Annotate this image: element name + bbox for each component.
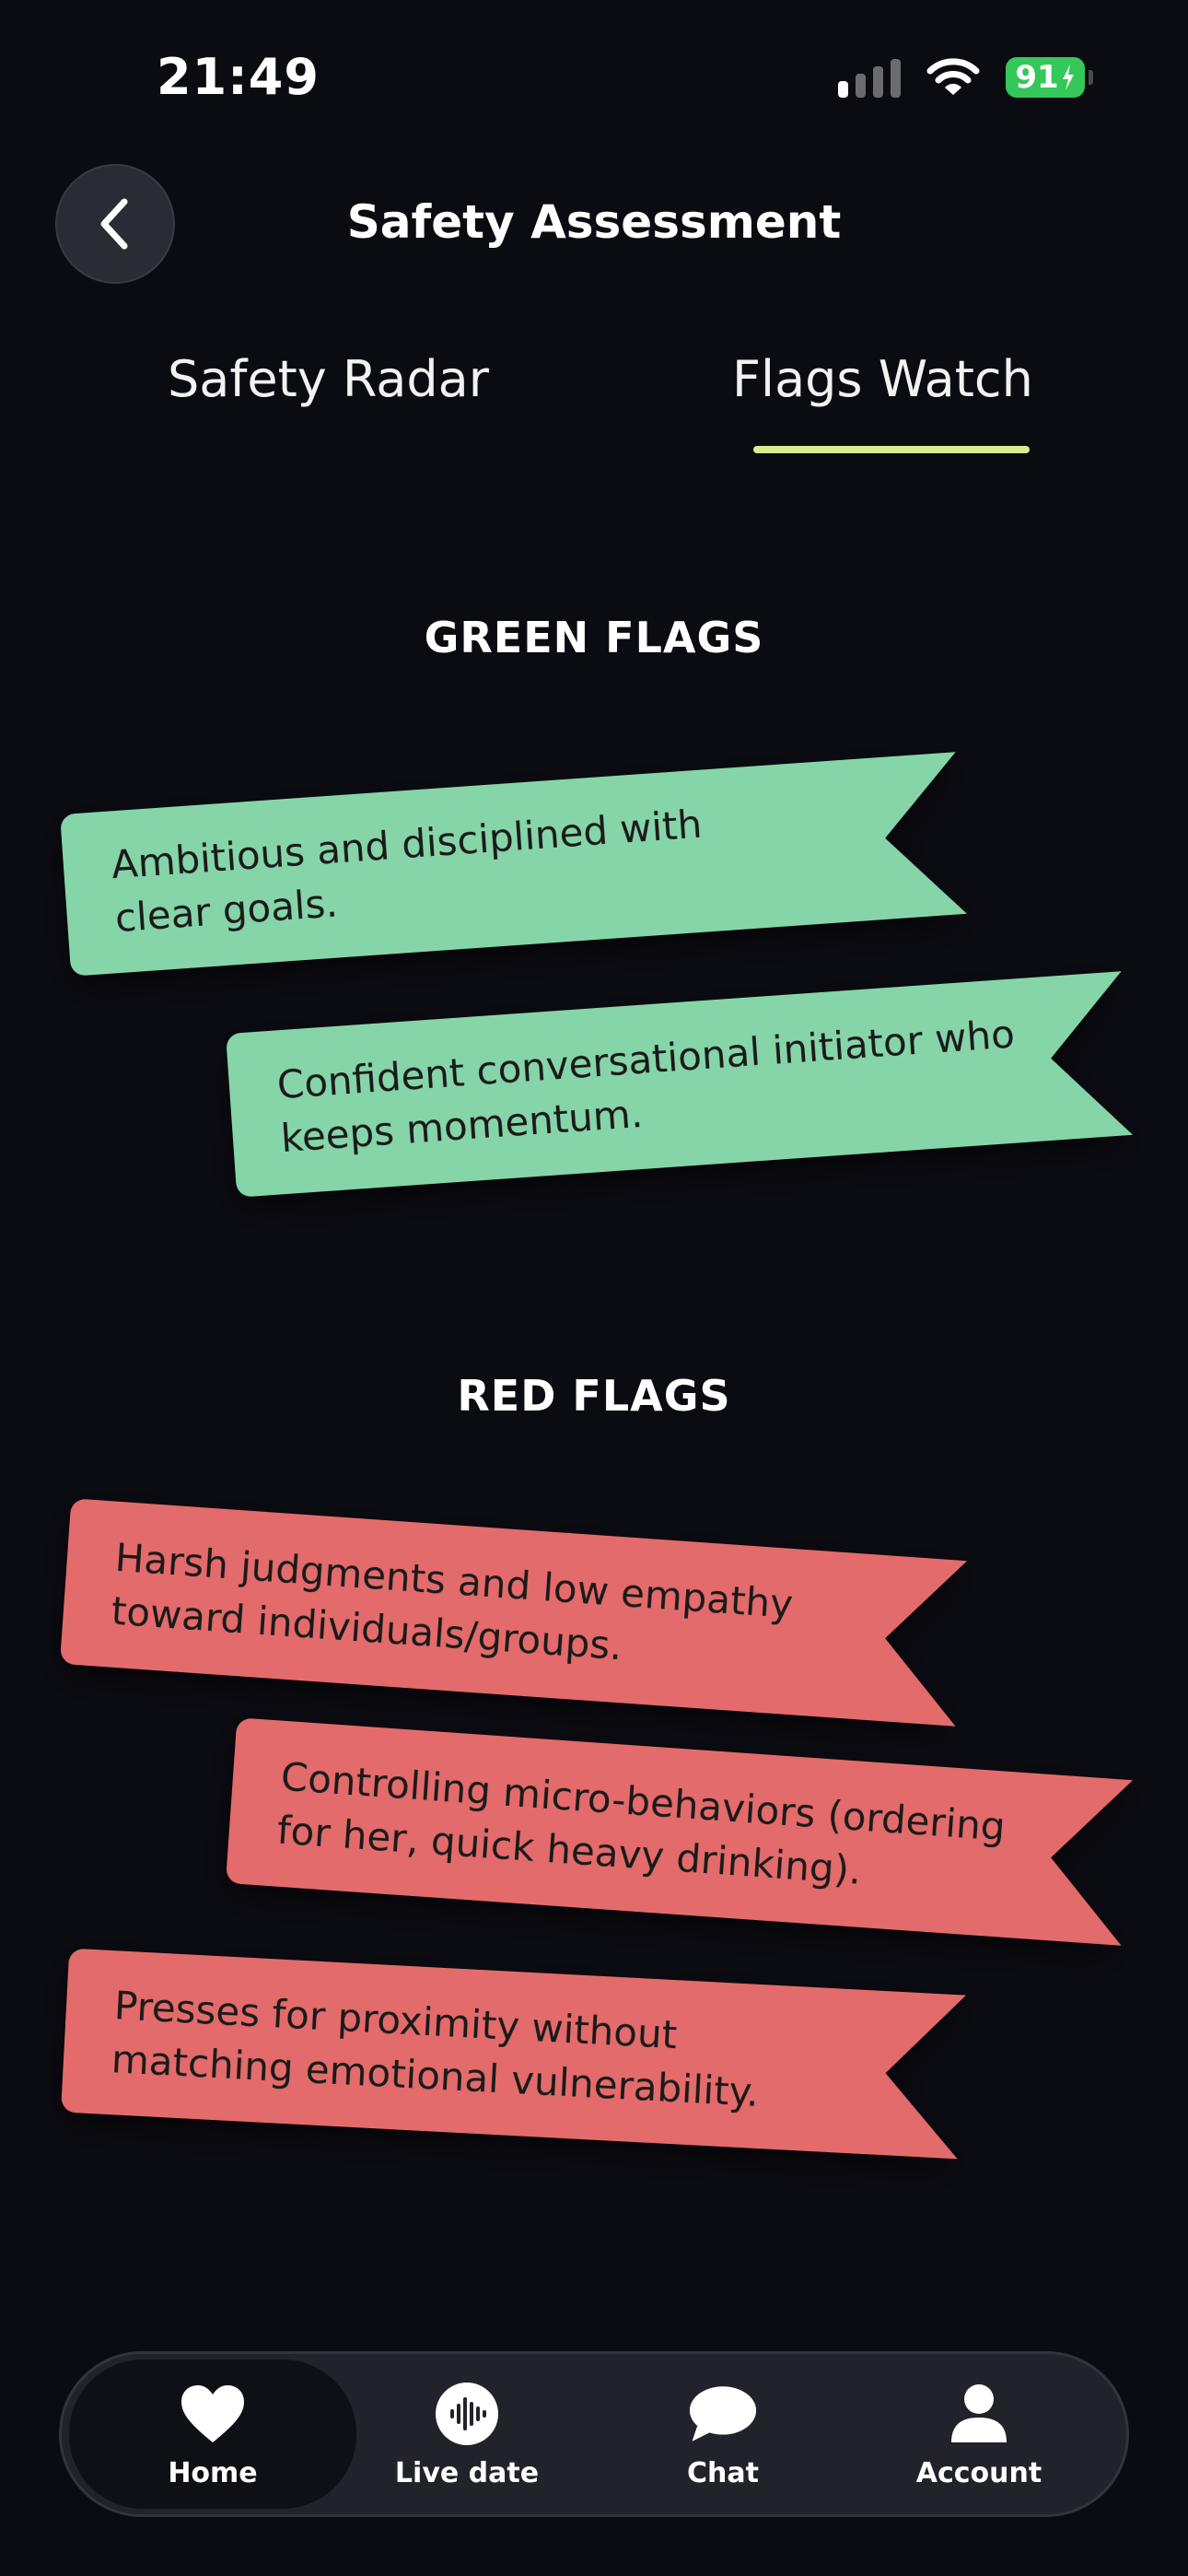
flag-text: Confident conversational initiator who k… [274, 979, 1022, 1195]
nav-label: Chat [687, 2456, 759, 2489]
person-icon [945, 2380, 1013, 2448]
page-title: Safety Assessment [346, 195, 842, 249]
active-tab-indicator [753, 446, 1030, 453]
nav-live-date[interactable]: Live date [347, 2359, 587, 2509]
nav-home[interactable]: Home [69, 2359, 356, 2509]
battery-icon: 91 [1006, 57, 1093, 98]
flag-text: Controlling micro-behaviors (ordering fo… [274, 1721, 1009, 1938]
red-flag-item: Presses for proximity without matching e… [61, 1949, 966, 2160]
nav-label: Live date [394, 2456, 540, 2489]
tab-flags-watch[interactable]: Flags Watch [732, 350, 1033, 408]
battery-level: 91 [1015, 59, 1059, 96]
wifi-icon [926, 58, 980, 95]
cellular-signal-icon [838, 57, 901, 98]
flag-text: Harsh judgments and low empathy toward i… [108, 1502, 797, 1715]
nav-label: Account [915, 2456, 1042, 2489]
nav-chat[interactable]: Chat [603, 2359, 843, 2509]
nav-account[interactable]: Account [859, 2359, 1099, 2509]
screen: 21:49 91 Safety Assessment Safety Radar … [0, 0, 1188, 2576]
red-flag-item: Harsh judgments and low empathy toward i… [60, 1498, 967, 1727]
charging-bolt-icon [1062, 64, 1074, 90]
red-flags-title: RED FLAGS [457, 1371, 731, 1421]
tab-safety-radar[interactable]: Safety Radar [168, 350, 489, 408]
flag-text: Presses for proximity without matching e… [109, 1950, 764, 2149]
green-flag-item: Ambitious and disciplined with clear goa… [60, 752, 967, 977]
red-flag-item: Controlling micro-behaviors (ordering fo… [226, 1717, 1133, 1946]
bottom-nav: Home Live date Chat Account [59, 2351, 1129, 2517]
audio-wave-icon [433, 2380, 501, 2448]
nav-label: Home [168, 2456, 258, 2489]
chat-bubble-icon [689, 2380, 757, 2448]
heart-icon [179, 2380, 247, 2448]
status-icons: 91 [838, 57, 1093, 98]
flag-text: Ambitious and disciplined with clear goa… [108, 770, 709, 973]
status-time: 21:49 [157, 48, 320, 106]
green-flag-item: Confident conversational initiator who k… [226, 971, 1133, 1198]
green-flags-title: GREEN FLAGS [424, 613, 764, 662]
